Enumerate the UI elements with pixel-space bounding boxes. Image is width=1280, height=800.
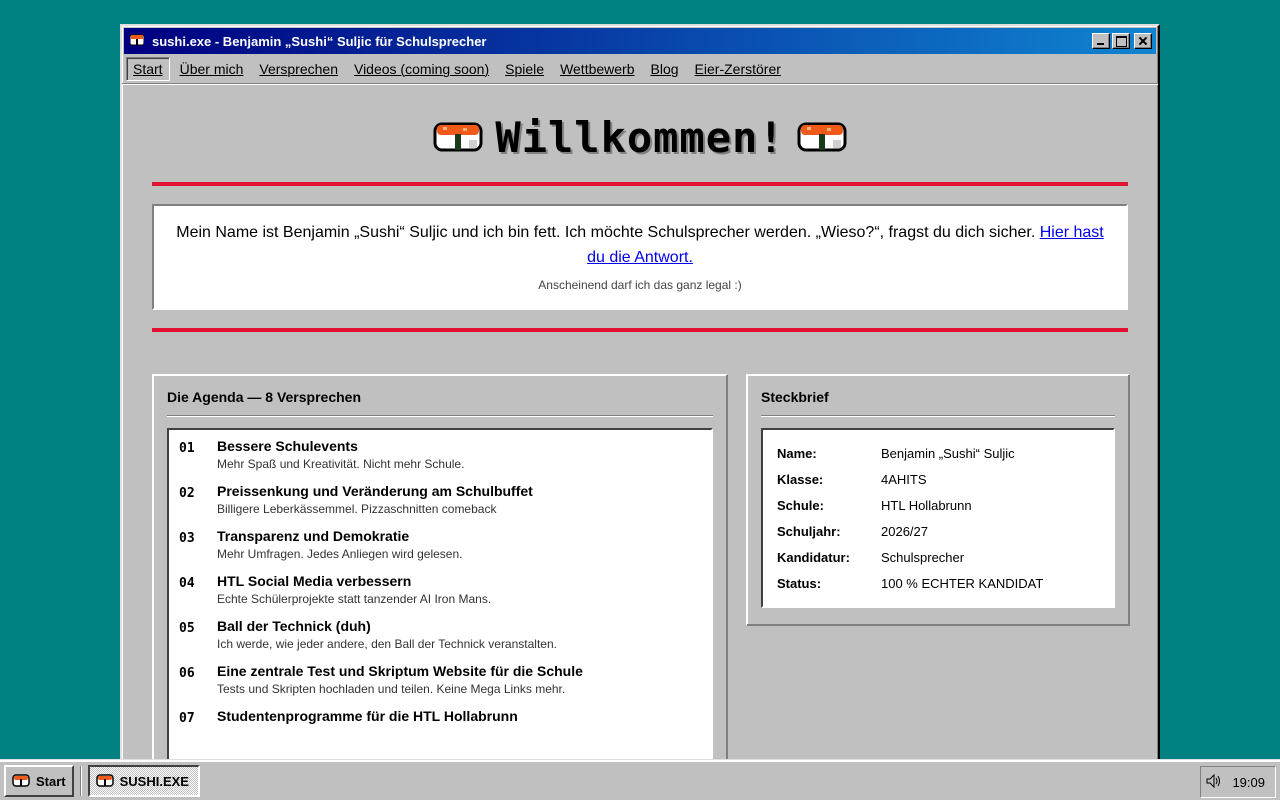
divider (152, 328, 1128, 332)
divider (152, 182, 1128, 186)
minimize-button[interactable] (1092, 33, 1110, 49)
promise-desc: Billigere Leberkässemmel. Pizzaschnitten… (217, 502, 497, 516)
agenda-panel: Die Agenda — 8 Versprechen 01 Bessere Sc… (152, 374, 728, 762)
menu-versprechen[interactable]: Versprechen (253, 58, 344, 80)
profile-row: Schuljahr: 2026/27 (777, 518, 1099, 544)
promise-desc: Ich werde, wie jeder andere, den Ball de… (217, 637, 557, 651)
menu-spiele[interactable]: Spiele (499, 58, 550, 80)
menu-blog[interactable]: Blog (645, 58, 685, 80)
menu-eier-zerstoerer[interactable]: Eier-Zerstörer (689, 58, 787, 80)
promise-desc: Echte Schülerprojekte statt tanzender AI… (217, 592, 492, 606)
profile-value: 4AHITS (881, 471, 927, 487)
profile-value: 2026/27 (881, 523, 928, 539)
menu-ueber-mich[interactable]: Über mich (174, 58, 250, 80)
promise-title: HTL Social Media verbessern (217, 573, 412, 589)
promise-number: 06 (179, 666, 195, 681)
taskbar: Start SUSHI.EXE 19:09 (0, 760, 1280, 800)
menu-videos[interactable]: Videos (coming soon) (348, 58, 495, 80)
agenda-title: Die Agenda — 8 Versprechen (167, 389, 713, 416)
promise-desc: Tests und Skripten hochladen und teilen.… (217, 682, 566, 696)
start-label: Start (36, 773, 66, 789)
main-window: sushi.exe - Benjamin „Sushi“ Suljic für … (120, 24, 1160, 764)
start-button[interactable]: Start (4, 765, 74, 797)
list-item: 01 Bessere Schulevents Mehr Spaß und Krea… (179, 438, 701, 471)
maximize-button[interactable] (1112, 33, 1130, 49)
profile-title: Steckbrief (761, 389, 1115, 416)
promise-title: Transparenz und Demokratie (217, 528, 410, 544)
profile-row: Schule: HTL Hollabrunn (777, 492, 1099, 518)
menu-wettbewerb[interactable]: Wettbewerb (554, 58, 640, 80)
sushi-icon (129, 33, 145, 49)
profile-key: Schule: (777, 497, 824, 513)
title-bar[interactable]: sushi.exe - Benjamin „Sushi“ Suljic für … (124, 28, 1156, 54)
system-tray: 19:09 (1200, 766, 1276, 798)
list-item: 04 HTL Social Media verbessern Echte Schü… (179, 573, 701, 606)
profile-key: Kandidatur: (777, 549, 850, 565)
list-item: 03 Transparenz und Demokratie Mehr Umfrag… (179, 528, 701, 561)
page-content: Willkommen! Mein Name ist Benjamin „Sush… (124, 86, 1156, 762)
sushi-icon (95, 773, 114, 790)
profile-panel: Steckbrief Name: Benjamin „Sushi“ Suljic … (746, 374, 1130, 626)
profile-row: Klasse: 4AHITS (777, 466, 1099, 492)
sushi-icon (797, 118, 847, 157)
close-button[interactable] (1134, 33, 1152, 49)
promise-number: 02 (179, 486, 195, 501)
list-item: 02 Preissenkung und Veränderung am Schul… (179, 483, 701, 516)
promise-desc: Mehr Spaß und Kreativität. Nicht mehr Sc… (217, 457, 465, 471)
sushi-icon (12, 773, 30, 790)
page-title: Willkommen! (495, 112, 785, 162)
profile-box: Name: Benjamin „Sushi“ Suljic Klasse: 4AHI… (761, 428, 1115, 608)
profile-row: Name: Benjamin „Sushi“ Suljic (777, 440, 1099, 466)
panels: Die Agenda — 8 Versprechen 01 Bessere Sc… (152, 374, 1130, 762)
taskbar-divider (79, 766, 82, 796)
promise-number: 05 (179, 621, 195, 636)
profile-value: Schulsprecher (881, 549, 965, 565)
hero: Willkommen! (124, 86, 1156, 182)
list-item: 07 Studentenprogramme für die HTL Hollab… (179, 708, 701, 727)
profile-value: 100 % ECHTER KANDIDAT (881, 575, 1044, 591)
promise-title: Eine zentrale Test und Skriptum Website … (217, 663, 583, 679)
intro-box: Mein Name ist Benjamin „Sushi“ Suljic un… (152, 204, 1128, 310)
sushi-icon (433, 118, 483, 157)
promise-number: 01 (179, 441, 195, 456)
intro-note: Anscheinend darf ich das ganz legal :) (538, 278, 742, 292)
window-title: sushi.exe - Benjamin „Sushi“ Suljic für … (152, 33, 487, 49)
promise-title: Bessere Schulevents (217, 438, 358, 454)
intro-text: Mein Name ist Benjamin „Sushi“ Suljic un… (174, 220, 1106, 270)
profile-value: Benjamin „Sushi“ Suljic (881, 445, 1015, 461)
taskbar-window-button[interactable]: SUSHI.EXE (87, 765, 200, 797)
clock: 19:09 (1232, 774, 1265, 790)
promise-title: Ball der Technick (duh) (217, 618, 371, 634)
profile-key: Klasse: (777, 471, 824, 487)
menu-start[interactable]: Start (126, 56, 170, 81)
promise-desc: Mehr Umfragen. Jedes Anliegen wird geles… (217, 547, 463, 561)
promise-number: 03 (179, 531, 195, 546)
profile-key: Status: (777, 575, 822, 591)
taskbar-window-label: SUSHI.EXE (119, 773, 189, 789)
promise-number: 07 (179, 711, 195, 726)
promise-title: Studentenprogramme für die HTL Hollabrun… (217, 708, 518, 724)
speaker-icon[interactable] (1206, 773, 1222, 791)
menu-bar: Start Über mich Versprechen Videos (comi… (122, 54, 1158, 84)
profile-key: Schuljahr: (777, 523, 841, 539)
promise-title: Preissenkung und Veränderung am Schulbuf… (217, 483, 533, 499)
profile-row: Kandidatur: Schulsprecher (777, 544, 1099, 570)
profile-key: Name: (777, 445, 817, 461)
promise-number: 04 (179, 576, 195, 591)
list-item: 06 Eine zentrale Test und Skriptum Websi… (179, 663, 701, 696)
profile-row: Status: 100 % ECHTER KANDIDAT (777, 570, 1099, 596)
agenda-list[interactable]: 01 Bessere Schulevents Mehr Spaß und Krea… (167, 428, 713, 762)
intro-sentence: Mein Name ist Benjamin „Sushi“ Suljic un… (176, 224, 1040, 241)
profile-value: HTL Hollabrunn (881, 497, 972, 513)
list-item: 05 Ball der Technick (duh) Ich werde, wie… (179, 618, 701, 651)
